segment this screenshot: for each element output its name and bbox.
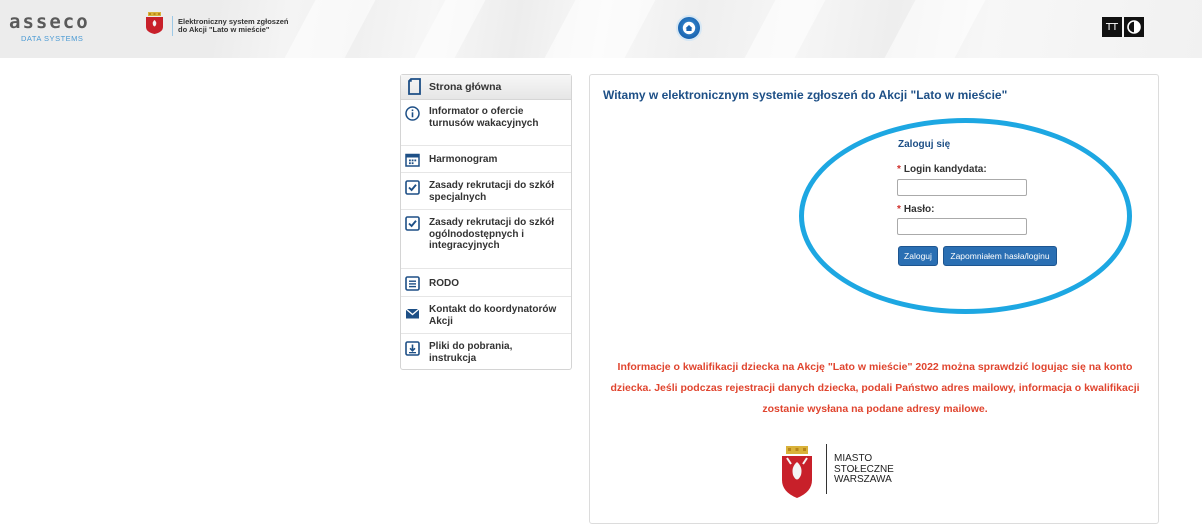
menu-title: Strona główna [429, 81, 502, 93]
login-input[interactable] [897, 179, 1027, 196]
menu-item-label: Informator o ofercie turnusów wakacyjnyc… [429, 106, 539, 129]
city-name: MIASTO STOŁECZNE WARSZAWA [834, 453, 894, 485]
menu-item-contact[interactable]: Kontakt do koordynatorów Akcji [401, 297, 571, 334]
menu-item-general-schools[interactable]: Zasady rekrutacji do szkół ogólnodostępn… [401, 210, 571, 269]
password-label: * Hasło: [897, 204, 935, 215]
menu-item-label: Harmonogram [429, 154, 498, 165]
page-title: Witamy w elektronicznym systemie zgłosze… [603, 88, 1008, 102]
menu-item-downloads[interactable]: Pliki do pobrania, instrukcja [401, 334, 571, 369]
menu-item-harmonogram[interactable]: Harmonogram [401, 146, 571, 173]
menu-item-label: RODO [429, 278, 459, 289]
asseco-logo[interactable]: asseco [9, 13, 90, 32]
document-icon [408, 78, 421, 95]
menu-item-informator[interactable]: Informator o ofercie turnusów wakacyjnyc… [401, 100, 571, 146]
forgot-password-button[interactable]: Zapomniałem hasła/loginu [943, 246, 1057, 266]
login-heading: Zaloguj się [898, 139, 951, 150]
highlight-ellipse [799, 118, 1132, 314]
menu-item-home[interactable]: Strona główna [401, 75, 571, 100]
asseco-logo-tagline: DATA SYSTEMS [21, 34, 84, 43]
required-mark: * [897, 164, 901, 175]
menu-item-rodo[interactable]: RODO [401, 269, 571, 297]
mail-icon [405, 308, 420, 319]
home-icon [682, 21, 696, 35]
info-message: Informacje o kwalifikacji dziecka na Akc… [610, 361, 1140, 415]
header-divider [172, 16, 173, 36]
calendar-icon [405, 153, 420, 167]
main-panel: Witamy w elektronicznym systemie zgłosze… [589, 74, 1159, 524]
checkbox-icon [405, 216, 420, 231]
login-button[interactable]: Zaloguj [898, 246, 938, 266]
menu-item-special-schools[interactable]: Zasady rekrutacji do szkół specjalnych [401, 173, 571, 210]
system-title: Elektroniczny system zgłoszeń do Akcji "… [178, 17, 289, 34]
home-button[interactable] [676, 15, 702, 41]
password-input[interactable] [897, 218, 1027, 235]
warsaw-crest-icon [782, 446, 812, 498]
menu-item-label: Zasady rekrutacji do szkół ogólnodostępn… [429, 217, 555, 251]
contrast-button[interactable] [1124, 17, 1144, 37]
menu-item-label: Pliki do pobrania, instrukcja [429, 341, 513, 364]
city-divider [826, 444, 827, 494]
top-header: asseco DATA SYSTEMS Elektroniczny system… [0, 0, 1202, 58]
info-icon [405, 106, 420, 121]
checkbox-icon [405, 180, 420, 195]
download-icon [405, 341, 420, 356]
login-label: * Login kandydata: [897, 164, 987, 175]
side-menu: Strona główna Informator o ofercie turnu… [400, 74, 572, 370]
contrast-icon [1127, 20, 1141, 34]
menu-item-label: Kontakt do koordynatorów Akcji [429, 304, 557, 327]
list-icon [405, 276, 420, 291]
menu-item-label: Zasady rekrutacji do szkół specjalnych [429, 180, 555, 203]
font-size-button[interactable]: TT [1102, 17, 1122, 37]
required-mark: * [897, 204, 901, 215]
warsaw-crest-icon [146, 12, 163, 34]
